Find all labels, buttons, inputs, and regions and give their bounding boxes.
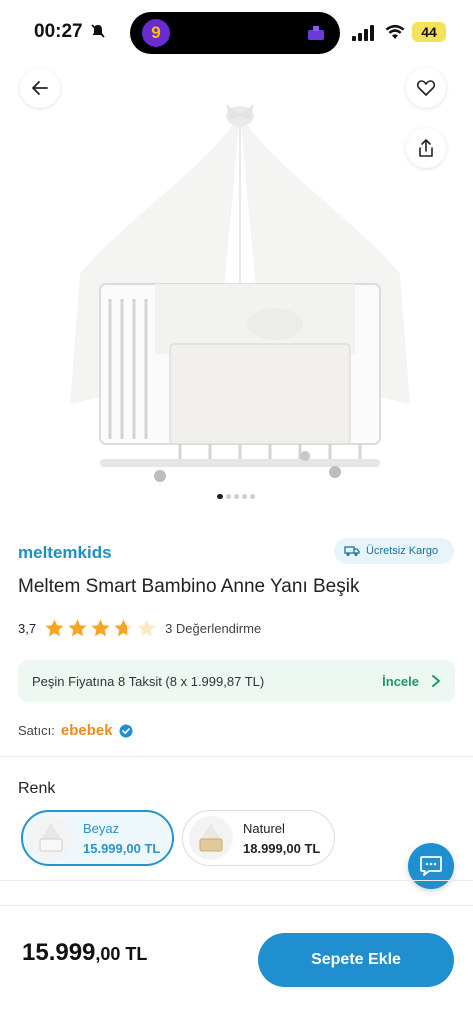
color-option-name: Naturel <box>243 820 285 836</box>
chat-bubble-icon <box>420 856 442 876</box>
color-option-price: 18.999,00 TL <box>243 840 321 856</box>
color-thumbnail <box>29 816 73 860</box>
seller-row: Satıcı: ebebek <box>18 722 133 739</box>
pagination-dot[interactable] <box>250 494 255 499</box>
wifi-icon <box>385 24 405 39</box>
free-shipping-label: Ücretsiz Kargo <box>366 545 439 557</box>
product-image-carousel[interactable] <box>0 62 473 507</box>
favorite-button[interactable] <box>406 68 446 108</box>
pagination-dot[interactable] <box>226 494 231 499</box>
star-icon <box>91 619 110 637</box>
arrow-left-icon <box>32 81 48 95</box>
image-pagination-dots[interactable] <box>217 494 255 499</box>
rating-row[interactable]: 3,7 3 Değerlendirme <box>18 618 261 639</box>
back-button[interactable] <box>20 68 60 108</box>
crib-thumbnail-icon <box>39 823 63 852</box>
heart-icon <box>416 80 436 96</box>
product-image-crib <box>70 104 410 482</box>
rating-value: 3,7 <box>18 621 37 636</box>
seller-label: Satıcı: <box>18 723 55 738</box>
chevron-right-icon <box>432 675 440 687</box>
pagination-dot[interactable] <box>234 494 239 499</box>
crib-thumbnail-icon <box>199 823 223 852</box>
installment-text: Peşin Fiyatına 8 Taksit (8 x 1.999,87 TL… <box>32 673 265 689</box>
installment-review-link[interactable]: İncele <box>382 674 419 689</box>
verified-check-icon <box>119 724 133 737</box>
chat-button[interactable] <box>408 843 454 889</box>
cellular-signal-icon <box>352 25 374 41</box>
status-time: 00:27 <box>34 21 83 42</box>
star-icon <box>68 619 87 637</box>
bell-muted-icon <box>91 24 105 38</box>
total-price: 15.999,00 TL <box>22 939 147 967</box>
share-icon <box>419 139 433 157</box>
color-option-price: 15.999,00 TL <box>83 840 161 856</box>
activity-indicator-icon <box>308 26 324 40</box>
bottom-purchase-bar: 15.999,00 TL Sepete Ekle <box>0 905 473 1024</box>
price-integer: 15.999 <box>22 939 96 966</box>
battery-indicator: 44 <box>412 22 446 42</box>
rating-stars <box>44 618 157 639</box>
color-option-white[interactable]: Beyaz 15.999,00 TL <box>21 810 174 866</box>
installment-banner[interactable]: Peşin Fiyatına 8 Taksit (8 x 1.999,87 TL… <box>18 660 455 702</box>
seller-name-link[interactable]: ebebek <box>61 722 113 739</box>
divider <box>0 880 473 881</box>
star-icon <box>45 619 64 637</box>
price-fraction: ,00 TL <box>95 944 148 964</box>
review-count[interactable]: 3 Değerlendirme <box>165 621 261 636</box>
pagination-dot[interactable] <box>242 494 247 499</box>
truck-icon <box>344 546 360 556</box>
color-section-title: Renk <box>18 780 56 797</box>
pagination-dot[interactable] <box>217 494 223 499</box>
star-icon <box>114 619 133 637</box>
app-activity-icon: 9 <box>142 19 170 47</box>
dynamic-island: 9 <box>130 12 340 54</box>
share-button[interactable] <box>406 128 446 168</box>
color-option-name: Beyaz <box>83 820 120 836</box>
star-icon <box>137 619 156 637</box>
divider <box>0 756 473 757</box>
product-title: Meltem Smart Bambino Anne Yanı Beşik <box>18 576 360 597</box>
status-bar: 00:27 9 44 <box>0 0 473 62</box>
free-shipping-badge: Ücretsiz Kargo <box>334 538 454 564</box>
add-to-cart-button[interactable]: Sepete Ekle <box>258 933 454 987</box>
color-option-natural[interactable]: Naturel 18.999,00 TL <box>182 810 335 866</box>
brand-link[interactable]: meltemkids <box>18 543 112 563</box>
color-thumbnail <box>189 816 233 860</box>
